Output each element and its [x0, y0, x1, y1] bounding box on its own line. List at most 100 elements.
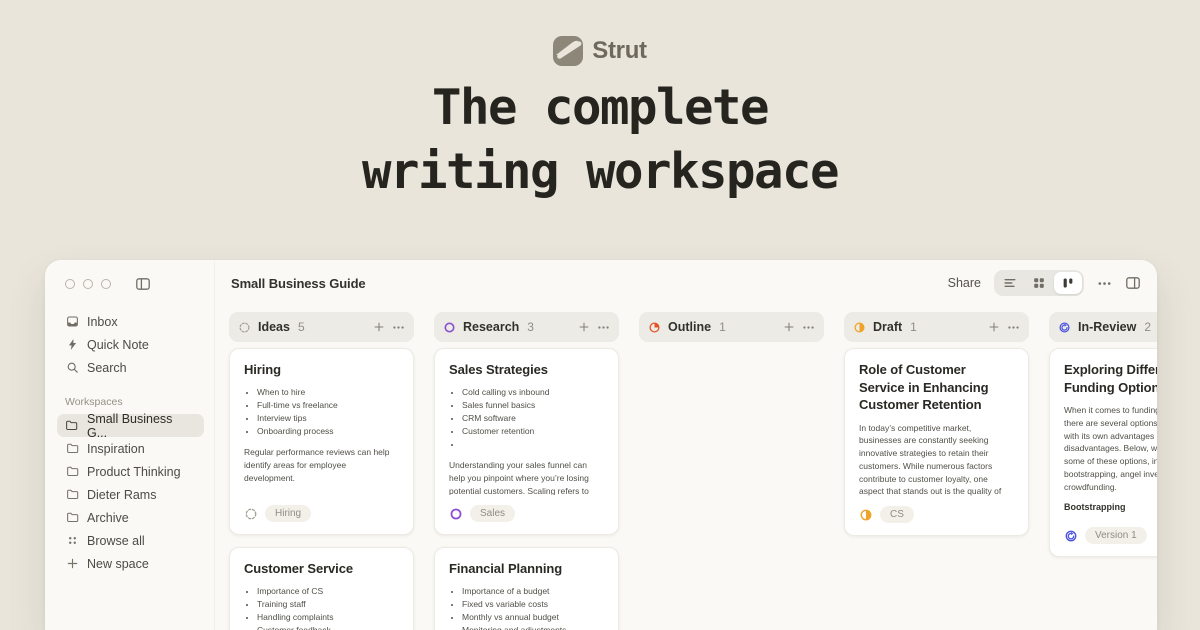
card-tag[interactable]: Hiring — [265, 505, 311, 522]
brand-name: Strut — [592, 37, 647, 65]
add-card-icon[interactable] — [783, 321, 795, 333]
sidebar-item-dieter-rams[interactable]: Dieter Rams — [57, 483, 204, 506]
window-control-circle[interactable] — [83, 279, 93, 289]
card-bullet: Cold calling vs inbound — [462, 386, 604, 399]
card-bullet: Monitoring and adjustments — [462, 624, 604, 630]
card-bullet: Onboarding process — [257, 425, 399, 438]
card-bullet: Training staff — [257, 598, 399, 611]
card-body: Financial PlanningImportance of a budget… — [449, 560, 604, 630]
board-area: Small Business Guide Share Ideas5 Hiring W… — [215, 260, 1157, 630]
card-title: Customer Service — [244, 560, 399, 578]
card-bullet-list: Importance of a budgetFixed vs variable … — [449, 585, 604, 630]
grid-view-icon[interactable] — [1025, 272, 1053, 294]
card-title: Sales Strategies — [449, 361, 604, 379]
sidebar-item-label: Browse all — [87, 534, 145, 548]
card-bullet-list: Cold calling vs inboundSales funnel basi… — [449, 386, 604, 452]
card-bullet: Importance of CS — [257, 585, 399, 598]
card-tag[interactable]: Version 1 — [1085, 527, 1147, 544]
column-count: 2 — [1144, 320, 1151, 334]
column-header-in-review: In-Review 2 — [1049, 312, 1157, 342]
list-view-icon[interactable] — [996, 272, 1024, 294]
strut-logo-icon — [553, 36, 583, 66]
workspaces-list: Small Business G...Inspiration Product Th… — [57, 414, 204, 575]
sidebar-item-new-space[interactable]: New space — [57, 552, 204, 575]
sidebar: Inbox Quick NoteSearch Workspaces Small B… — [45, 260, 215, 630]
card-financial-planning[interactable]: Financial PlanningImportance of a budget… — [434, 547, 619, 630]
column-header-ideas: Ideas5 — [229, 312, 414, 342]
card-subheading: Bootstrapping — [1064, 502, 1157, 512]
column-name: Ideas — [258, 320, 290, 334]
sidebar-item-quick-note[interactable]: Quick Note — [57, 333, 204, 356]
card-title: Role of Customer Service in Enhancing Cu… — [859, 361, 1014, 414]
folder-icon — [65, 511, 79, 524]
column-more-icon[interactable] — [1007, 321, 1020, 334]
card-title: Exploring Different Funding Options — [1064, 361, 1157, 396]
brand: Strut — [0, 36, 1200, 66]
sidebar-item-label: New space — [87, 557, 149, 571]
ring-icon — [449, 507, 463, 521]
folder-icon — [65, 442, 79, 455]
board-title: Small Business Guide — [231, 276, 366, 291]
card-bullet: Customer feedback — [257, 624, 399, 630]
card-tag[interactable]: Sales — [470, 505, 515, 522]
card-bullet-list: Importance of CSTraining staffHandling c… — [244, 585, 399, 630]
share-button[interactable]: Share — [948, 276, 981, 290]
more-options-icon[interactable] — [1097, 276, 1112, 291]
sidebar-item-label: Small Business G... — [87, 412, 196, 440]
add-card-icon[interactable] — [373, 321, 385, 333]
add-card-icon[interactable] — [988, 321, 1000, 333]
card-title: Hiring — [244, 361, 399, 379]
sidebar-item-product-thinking[interactable]: Product Thinking — [57, 460, 204, 483]
sidebar-item-small-business-g[interactable]: Small Business G... — [57, 414, 204, 437]
card-footer: CS — [859, 496, 1014, 523]
column-name: Outline — [668, 320, 711, 334]
sidebar-item-inbox[interactable]: Inbox — [57, 310, 204, 333]
board-header-controls: Share — [948, 270, 1141, 296]
column-name: In-Review — [1078, 320, 1136, 334]
column-count: 1 — [719, 320, 726, 334]
sidebar-item-search[interactable]: Search — [57, 356, 204, 379]
card-sales-strategies[interactable]: Sales StrategiesCold calling vs inboundS… — [434, 348, 619, 535]
sidebar-item-archive[interactable]: Archive — [57, 506, 204, 529]
card-customer-service[interactable]: Customer Service Importance of CSTraining… — [229, 547, 414, 630]
column-name: Draft — [873, 320, 902, 334]
window-control-circle[interactable] — [101, 279, 111, 289]
add-card-icon[interactable] — [578, 321, 590, 333]
sidebar-item-label: Product Thinking — [87, 465, 181, 479]
card-bullet: When to hire — [257, 386, 399, 399]
column-research: Research 3 Sales Strategies Cold calling vs… — [434, 312, 619, 630]
window-control-circle[interactable] — [65, 279, 75, 289]
panel-toggle-icon[interactable] — [1125, 275, 1141, 291]
sidebar-item-label: Inbox — [87, 315, 118, 329]
card-tag[interactable]: CS — [880, 506, 914, 523]
inbox-icon — [65, 315, 79, 328]
sidebar-item-browse-all[interactable]: Browse all — [57, 529, 204, 552]
column-header-outline: Outline 1 — [639, 312, 824, 342]
folder-icon — [65, 419, 79, 432]
column-cards: Sales StrategiesCold calling vs inboundS… — [434, 348, 619, 630]
card-footer: Hiring — [244, 495, 399, 522]
column-count: 3 — [527, 320, 534, 334]
card-exploring-different-funding-options[interactable]: Exploring Different Funding OptionsWhen … — [1049, 348, 1157, 557]
column-more-icon[interactable] — [597, 321, 610, 334]
column-cards: HiringWhen to hireFull-time vs freelance… — [229, 348, 414, 630]
column-in-review: In-Review 2 Exploring Different Funding Op… — [1049, 312, 1157, 557]
column-count: 1 — [910, 320, 917, 334]
column-more-icon[interactable] — [802, 321, 815, 334]
column-cards: Exploring Different Funding OptionsWhen … — [1049, 348, 1157, 557]
card-role-of-customer-service-in-enhancing-customer-retention[interactable]: Role of Customer Service in Enhancing Cu… — [844, 348, 1029, 536]
workspaces-label: Workspaces — [65, 396, 204, 408]
card-paragraph: Understanding your sales funnel can help… — [449, 459, 604, 495]
page: { "brand": { "name": "Strut" }, "hero": … — [0, 0, 1200, 630]
kanban-view-icon[interactable] — [1054, 272, 1082, 294]
card-hiring[interactable]: HiringWhen to hireFull-time vs freelance… — [229, 348, 414, 535]
sidebar-toggle-icon[interactable] — [135, 276, 151, 292]
card-body: Role of Customer Service in Enhancing Cu… — [859, 361, 1014, 496]
card-footer: Version 1 — [1064, 517, 1157, 544]
sidebar-item-inspiration[interactable]: Inspiration — [57, 437, 204, 460]
grid-dots-icon — [65, 534, 79, 547]
half-circle-icon — [859, 508, 873, 522]
card-bullet: Interview tips — [257, 412, 399, 425]
column-more-icon[interactable] — [392, 321, 405, 334]
column-name: Research — [463, 320, 519, 334]
